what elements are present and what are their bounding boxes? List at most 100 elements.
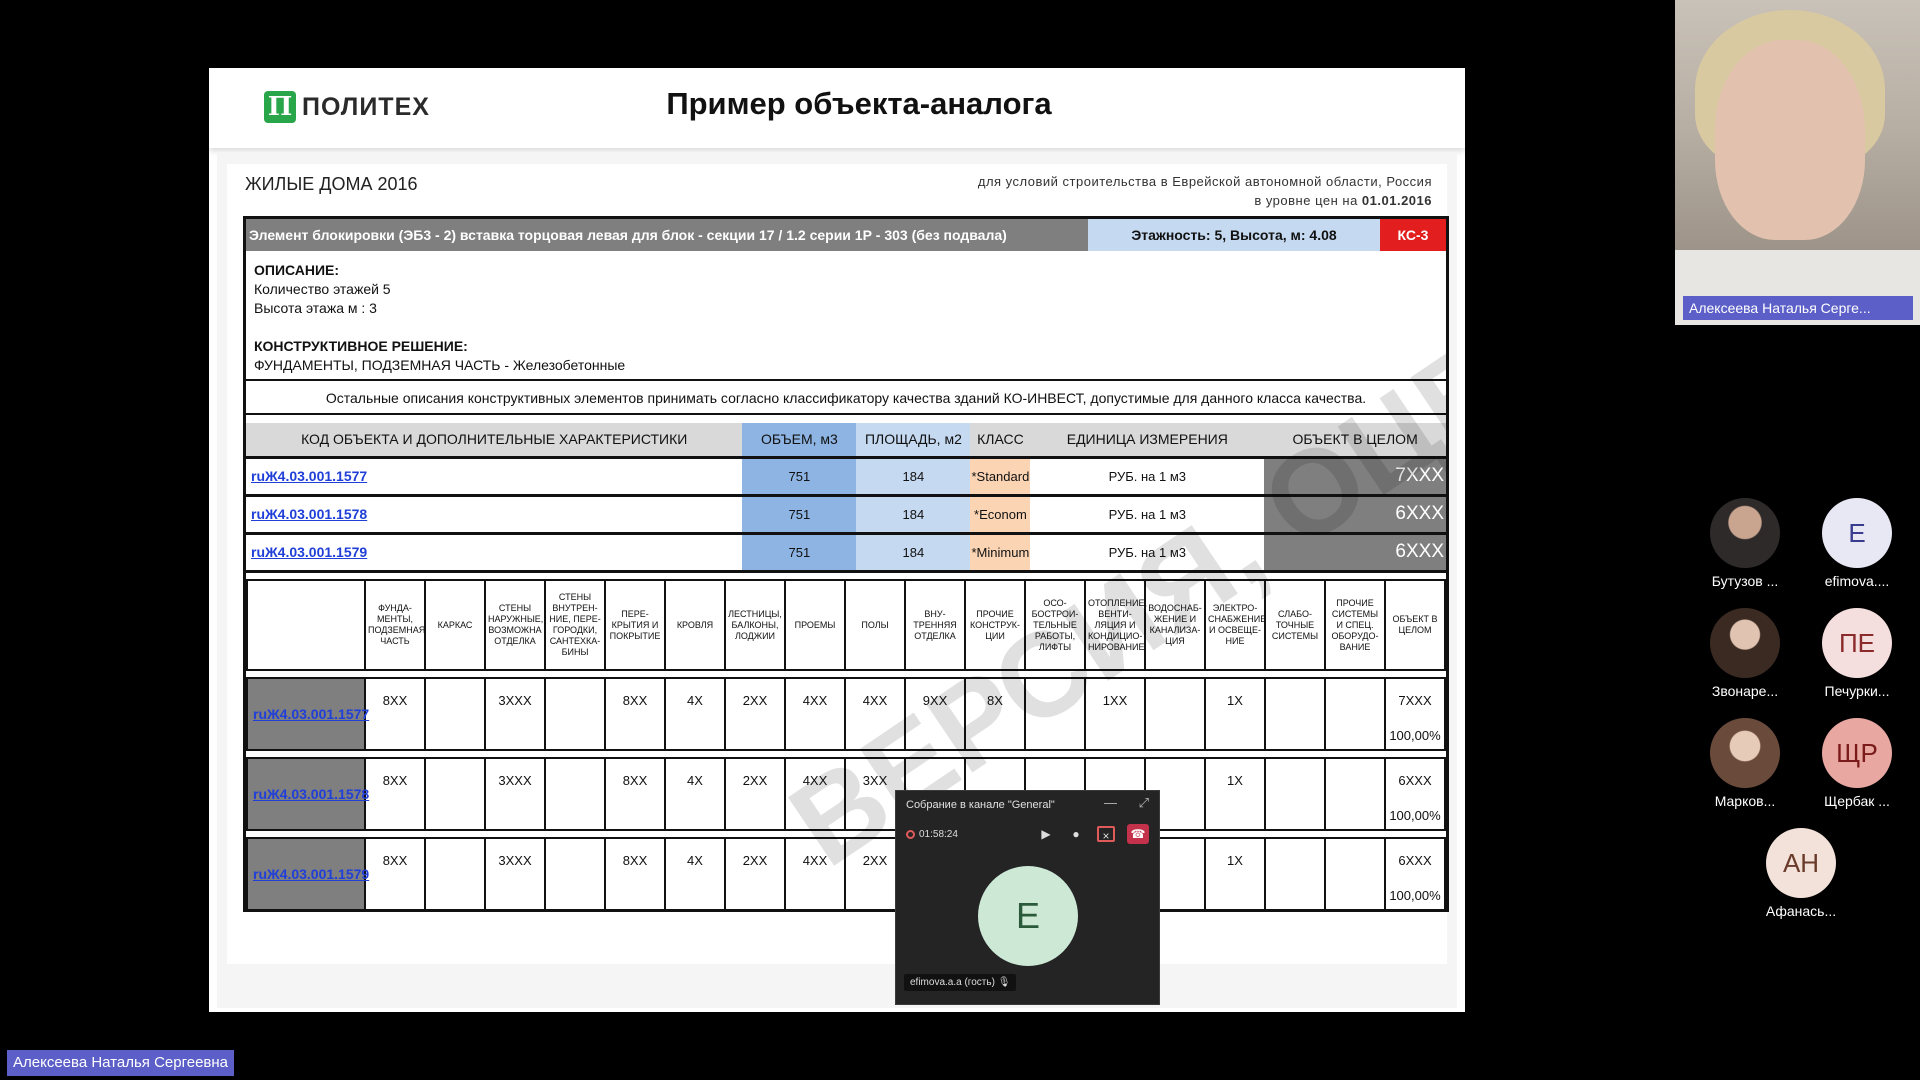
breakdown-header-cell: ФУНДА-МЕНТЫ, ПОДЗЕМНАЯ ЧАСТЬ: [364, 579, 426, 671]
header-code: КОД ОБЪЕКТА И ДОПОЛНИТЕЛЬНЫЕ ХАРАКТЕРИСТ…: [246, 423, 743, 459]
presenter-name-label: Алексеева Наталья Серге...: [1683, 296, 1913, 320]
document-heading: ЖИЛЫЕ ДОМА 2016: [245, 174, 418, 194]
politech-logo: Π ПОЛИТЕХ: [264, 91, 430, 123]
price-date: 01.01.2016: [1361, 193, 1432, 208]
summary-cell-class: *Standard: [970, 457, 1031, 497]
participant-tile[interactable]: ПЕ Печурки...: [1802, 608, 1912, 699]
object-code-link[interactable]: ruЖ4.03.001.1578: [251, 506, 367, 522]
breakdown-code-cell: ruЖ4.03.001.1579: [246, 837, 369, 909]
slide-title: Пример объекта-аналога: [666, 86, 1052, 121]
breakdown-cell: 1X: [1204, 757, 1266, 831]
breakdown-cell: [1324, 757, 1386, 831]
breakdown-cell: 8XX: [604, 677, 666, 751]
summary-row: ruЖ4.03.001.1578 751 184 *Econom РУБ. на 1 м…: [246, 495, 1446, 535]
participant-tile[interactable]: Марков...: [1690, 718, 1800, 809]
object-code-link[interactable]: ruЖ4.03.001.1577: [251, 468, 367, 484]
breakdown-total-cell: 6XXX 100,00%: [1384, 757, 1446, 831]
header-unit: ЕДИНИЦА ИЗМЕРЕНИЯ: [1030, 423, 1265, 459]
document-page: ЖИЛЫЕ ДОМА 2016 для условий строительств…: [227, 164, 1449, 964]
breakdown-cell: 8XX: [364, 837, 426, 909]
summary-row: ruЖ4.03.001.1577 751 184 *Standard РУБ. на 1…: [246, 457, 1446, 497]
breakdown-cell: 2XX: [724, 757, 786, 831]
participant-tile[interactable]: ЩР Щербак ...: [1802, 718, 1912, 809]
share-screen-icon[interactable]: ×: [1097, 826, 1115, 843]
expand-icon[interactable]: ⤢: [1139, 795, 1149, 811]
presenter-video[interactable]: Алексеева Наталья Серге...: [1675, 0, 1920, 325]
participant-tile[interactable]: Eefimova....: [1802, 498, 1912, 589]
logo-mark-icon: Π: [264, 91, 296, 123]
summary-cell-unit: РУБ. на 1 м3: [1030, 457, 1265, 497]
description-heading: ОПИСАНИЕ:: [254, 262, 340, 278]
row-gap: [247, 669, 1445, 679]
breakdown-header-cell: ЛЕСТНИЦЫ, БАЛКОНЫ, ЛОДЖИИ: [724, 579, 786, 671]
row-gap-cell: [247, 749, 1445, 759]
object-code-link[interactable]: ruЖ4.03.001.1577: [253, 706, 369, 722]
breakdown-cell: 8XX: [364, 757, 426, 831]
participant-avatar: ЩР: [1822, 718, 1892, 788]
breakdown-row: ruЖ4.03.001.1578 8XX 3XXX 8XX 4X 2XX 4XX 3XX 1X 6…: [246, 757, 1446, 831]
object-code-link[interactable]: ruЖ4.03.001.1579: [253, 866, 369, 882]
object-code-link[interactable]: ruЖ4.03.001.1579: [251, 544, 367, 560]
muted-mic-icon: 🎙: [997, 977, 1011, 988]
breakdown-header-cell: СТЕНЫ НАРУЖНЫЕ, ВОЗМОЖНА ОТДЕЛКА: [484, 579, 546, 671]
breakdown-header-cell: КАРКАС: [424, 579, 486, 671]
call-controls: ▶ ● × ☎: [1037, 824, 1149, 844]
breakdown-code-cell: ruЖ4.03.001.1578: [246, 757, 369, 831]
hang-up-icon[interactable]: ☎: [1127, 824, 1149, 844]
breakdown-cell: 4XX: [784, 677, 846, 751]
breakdown-cell: 1X: [1204, 677, 1266, 751]
call-popup[interactable]: Собрание в канале "General" — ⤢ 01:58:24…: [895, 790, 1160, 1005]
breakdown-cell: 9XX: [904, 677, 966, 751]
breakdown-cell: 8X: [964, 677, 1026, 751]
summary-cell-code: ruЖ4.03.001.1579: [246, 533, 388, 573]
slide-header: Π ПОЛИТЕХ Пример объекта-аналога: [209, 68, 1465, 148]
breakdown-cell: [544, 757, 606, 831]
minimize-icon[interactable]: —: [1104, 795, 1117, 810]
object-code-link[interactable]: ruЖ4.03.001.1578: [253, 786, 369, 802]
participant-tile[interactable]: АН Афанась...: [1746, 828, 1856, 919]
breakdown-header-cell: ПЕРЕ-КРЫТИЯ И ПОКРЫТИЕ: [604, 579, 666, 671]
breakdown-cell: 4X: [664, 837, 726, 909]
participant-name: Звонаре...: [1711, 683, 1779, 699]
breakdown-header-empty: [246, 579, 366, 671]
row-gap: [247, 829, 1445, 839]
participant-avatar: [1710, 718, 1780, 788]
participant-avatar: [1710, 498, 1780, 568]
breakdown-cell: 2XX: [724, 677, 786, 751]
summary-cell-code: ruЖ4.03.001.1577: [246, 457, 388, 497]
row-gap-cell: [247, 669, 1445, 679]
breakdown-cell: 4XX: [784, 757, 846, 831]
breakdown-cell: [1264, 757, 1326, 831]
breakdown-cell: 1X: [1204, 837, 1266, 909]
breakdown-header-cell: ВОДОСНАБ-ЖЕНИЕ И КАНАЛИЗА-ЦИЯ: [1144, 579, 1206, 671]
element-bar: Элемент блокировки (ЭБ3 - 2) вставка тор…: [246, 219, 1446, 251]
element-floors: Этажность: 5, Высота, м: 4.08: [1088, 219, 1380, 251]
breakdown-header-cell: КРОВЛЯ: [664, 579, 726, 671]
breakdown-total-percent: 100,00%: [1389, 888, 1441, 903]
ks-badge: КС-3: [1380, 219, 1446, 251]
participant-avatar: ПЕ: [1822, 608, 1892, 678]
construction-line: ФУНДАМЕНТЫ, ПОДЗЕМНАЯ ЧАСТЬ - Железобето…: [254, 357, 626, 373]
summary-header-row: КОД ОБЪЕКТА И ДОПОЛНИТЕЛЬНЫЕ ХАРАКТЕРИСТ…: [246, 423, 1446, 459]
breakdown-header-cell: ПРОЕМЫ: [784, 579, 846, 671]
breakdown-table: ФУНДА-МЕНТЫ, ПОДЗЕМНАЯ ЧАСТЬ КАРКАС СТЕНЫ …: [246, 579, 1446, 909]
breakdown-header-cell: ОТОПЛЕНИЕ, ВЕНТИ-ЛЯЦИЯ И КОНДИЦИО-НИРОВА…: [1084, 579, 1147, 671]
microphone-icon[interactable]: ●: [1067, 826, 1085, 842]
participant-tile[interactable]: Звонаре...: [1690, 608, 1800, 699]
timer-text: 01:58:24: [919, 829, 958, 840]
breakdown-cell: [1264, 677, 1326, 751]
camera-icon[interactable]: ▶: [1037, 826, 1055, 842]
classification-note: Остальные описания конструктивных элемен…: [246, 379, 1446, 415]
breakdown-total-percent: 100,00%: [1389, 728, 1441, 743]
breakdown-header-cell: ВНУ-ТРЕННЯЯ ОТДЕЛКА: [904, 579, 966, 671]
summary-row: ruЖ4.03.001.1579 751 184 *Minimum РУБ. на 1 …: [246, 533, 1446, 573]
summary-cell-unit: РУБ. на 1 м3: [1030, 533, 1265, 573]
breakdown-cell: 3XXX: [484, 677, 546, 751]
participant-tile[interactable]: Бутузов ...: [1690, 498, 1800, 589]
breakdown-cell: [1264, 837, 1326, 909]
breakdown-cell: [424, 677, 486, 751]
summary-cell-object: 6XXX: [1264, 495, 1446, 535]
construction-heading: КОНСТРУКТИВНОЕ РЕШЕНИЕ:: [254, 338, 468, 354]
subtitle-line-1: для условий строительства в Еврейской ав…: [977, 174, 1432, 189]
call-participant-name: efimova.a.a (гость) 🎙: [904, 974, 1017, 991]
